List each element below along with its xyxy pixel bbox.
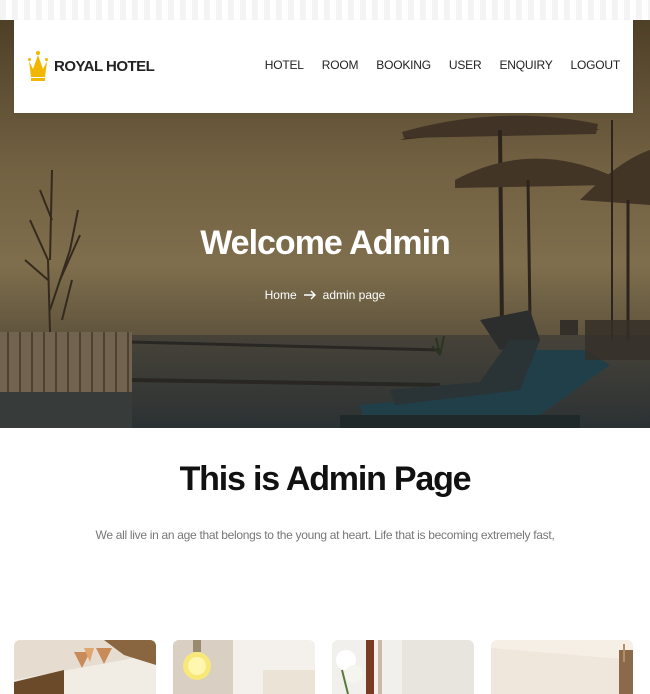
nav-item-user[interactable]: USER — [440, 58, 491, 72]
section-title: This is Admin Page — [179, 460, 472, 498]
room-card[interactable] — [332, 640, 474, 694]
room-card[interactable] — [173, 640, 315, 694]
arrow-right-icon — [303, 290, 316, 300]
breadcrumb: Home admin page — [0, 288, 650, 302]
room-image — [332, 640, 474, 694]
site-header: ROYAL HOTEL HOTEL ROOM BOOKING USER ENQU… — [14, 20, 633, 113]
section-description: We all live in an age that belongs to th… — [95, 528, 555, 542]
breadcrumb-current: admin page — [322, 288, 386, 302]
nav-item-logout[interactable]: LOGOUT — [562, 58, 621, 72]
top-strip — [0, 0, 650, 20]
brand-logo[interactable]: ROYAL HOTEL — [28, 46, 155, 86]
main-menu: HOTEL ROOM BOOKING USER ENQUIRY LOGOUT — [256, 58, 620, 72]
room-image — [173, 640, 315, 694]
brand-name: ROYAL HOTEL — [54, 57, 155, 75]
hero-title: Welcome Admin — [200, 224, 451, 262]
room-image — [491, 640, 633, 694]
nav-item-booking[interactable]: BOOKING — [367, 58, 440, 72]
nav-item-hotel[interactable]: HOTEL — [256, 58, 313, 72]
nav-item-enquiry[interactable]: ENQUIRY — [490, 58, 561, 72]
room-card[interactable] — [14, 640, 156, 694]
nav-item-room[interactable]: ROOM — [313, 58, 368, 72]
room-card-list — [14, 640, 633, 694]
room-card[interactable] — [491, 640, 633, 694]
breadcrumb-home-link[interactable]: Home — [265, 288, 297, 302]
crown-icon — [28, 51, 48, 81]
room-image — [14, 640, 156, 694]
